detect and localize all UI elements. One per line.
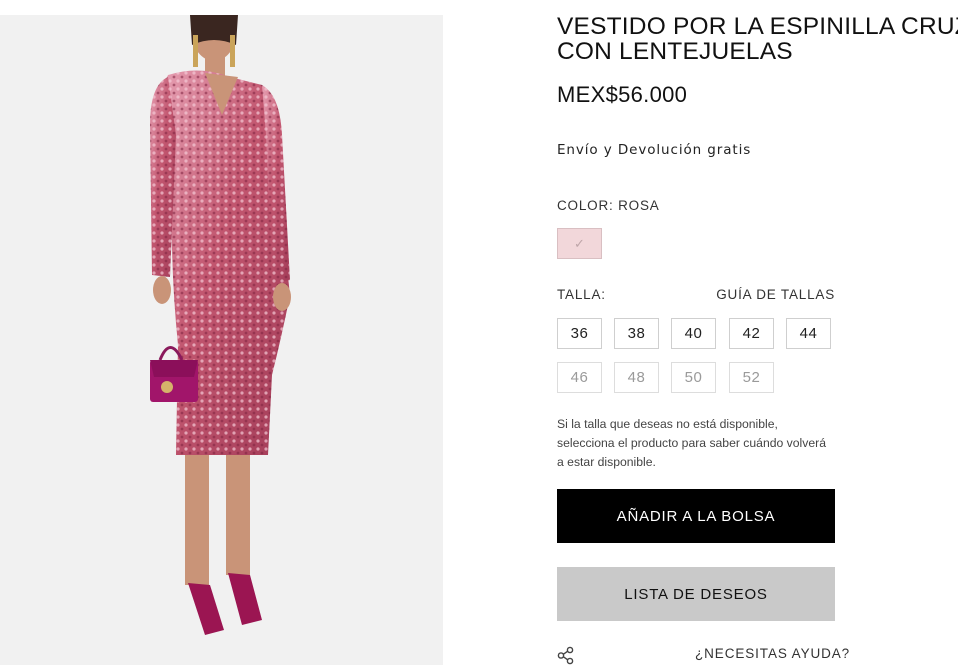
size-option-36[interactable]: 36	[557, 318, 602, 349]
product-title: VESTIDO POR LA ESPINILLA CRUZADO CON LEN…	[557, 14, 958, 64]
size-option-42[interactable]: 42	[729, 318, 774, 349]
share-icon[interactable]	[557, 646, 575, 665]
color-value: ROSA	[618, 198, 660, 213]
size-option-38[interactable]: 38	[614, 318, 659, 349]
shipping-info: Envío y Devolución gratis	[557, 142, 752, 158]
check-icon: ✓	[574, 235, 585, 251]
product-image[interactable]	[0, 15, 443, 665]
size-option-46[interactable]: 46	[557, 362, 602, 393]
wishlist-button[interactable]: LISTA DE DESEOS	[557, 567, 835, 621]
product-title-line2: CON LENTEJUELAS	[557, 38, 793, 64]
color-swatch-rosa[interactable]: ✓	[557, 228, 602, 259]
product-title-line1: VESTIDO POR LA ESPINILLA CRUZADO	[557, 14, 958, 40]
size-guide-link[interactable]: GUÍA DE TALLAS	[716, 287, 835, 302]
size-option-40[interactable]: 40	[671, 318, 716, 349]
size-option-52[interactable]: 52	[729, 362, 774, 393]
product-info: VESTIDO POR LA ESPINILLA CRUZADO CON LEN…	[557, 0, 958, 665]
size-option-50[interactable]: 50	[671, 362, 716, 393]
size-option-44[interactable]: 44	[786, 318, 831, 349]
note-line: a estar disponible.	[557, 455, 656, 469]
size-label: TALLA:	[557, 287, 606, 302]
note-line: Si la talla que deseas no está disponibl…	[557, 417, 778, 431]
add-to-bag-button[interactable]: AÑADIR A LA BOLSA	[557, 489, 835, 543]
size-option-48[interactable]: 48	[614, 362, 659, 393]
help-link[interactable]: ¿NECESITAS AYUDA?	[695, 646, 850, 661]
model-illustration	[150, 15, 291, 635]
size-availability-note: Si la talla que deseas no está disponibl…	[557, 415, 847, 472]
product-price: MEX$56.000	[557, 82, 688, 107]
color-label-text: COLOR:	[557, 198, 614, 213]
color-label: COLOR: ROSA	[557, 198, 660, 213]
note-line: selecciona el producto para saber cuándo…	[557, 436, 826, 450]
